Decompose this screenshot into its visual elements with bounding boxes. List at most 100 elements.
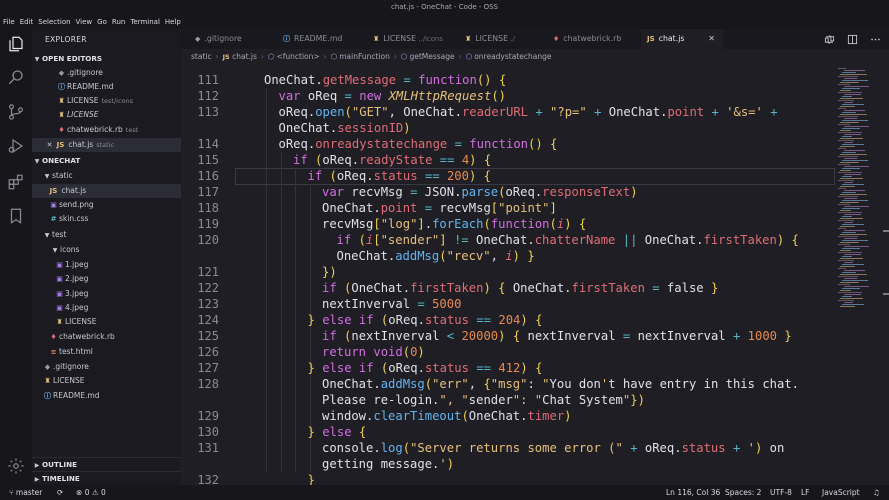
file-item[interactable]: ▣ 2.jpeg — [32, 272, 181, 286]
menu-go[interactable]: Go — [97, 18, 107, 26]
menu-file[interactable]: File — [3, 18, 15, 26]
code-editor[interactable]: 111 OneChat.getMessage = function() {112 v… — [181, 65, 889, 485]
open-editor-item[interactable]: ♜ LICENSE test/icons — [32, 94, 181, 108]
code-line[interactable]: 131 console.log("Server returns some erro… — [181, 440, 831, 456]
file-item[interactable]: ▣ 4.jpeg — [32, 301, 181, 315]
vertical-scrollbar[interactable] — [879, 65, 889, 485]
code-line[interactable]: getting message.') — [181, 456, 831, 472]
open-editor-item[interactable]: ♜ LICENSE — [32, 108, 181, 122]
run-debug-icon[interactable] — [6, 136, 26, 156]
project-header[interactable]: ▼ ONECHAT — [32, 154, 181, 168]
bookmark-icon[interactable] — [6, 206, 26, 226]
code-line[interactable]: Please re-login.", "sender": "Chat Syste… — [181, 392, 831, 408]
sync-icon[interactable]: ⟳ — [57, 485, 63, 500]
code-line[interactable]: 132} — [181, 472, 831, 485]
code-line[interactable]: 127} else if (oReq.status == 412) { — [181, 360, 831, 376]
code-line[interactable]: 120 if (i["sender"] != OneChat.chatterNam… — [181, 232, 831, 248]
problems-status[interactable]: ⊗ 0 ⚠ 0 — [76, 485, 106, 500]
menu-terminal[interactable]: Terminal — [130, 18, 160, 26]
breadcrumb-symbol[interactable]: mainFunction — [339, 52, 390, 61]
code-line[interactable]: 115 if (oReq.readyState == 4) { — [181, 152, 831, 168]
compare-icon[interactable] — [824, 30, 835, 49]
breadcrumb-symbol[interactable]: onreadystatechange — [474, 52, 551, 61]
file-item-selected[interactable]: JS chat.js — [32, 184, 181, 198]
file-item[interactable]: ♦ chatwebrick.rb — [32, 330, 181, 344]
outline-header[interactable]: ▶ OUTLINE — [32, 457, 181, 471]
close-icon[interactable]: ✕ — [44, 138, 55, 152]
encoding-status[interactable]: UTF-8 — [770, 485, 792, 500]
code-line[interactable]: 118 OneChat.point = recvMsg["point"] — [181, 200, 831, 216]
breadcrumb-file[interactable]: chat.js — [232, 52, 257, 61]
indentation-status[interactable]: Spaces: 2 — [725, 485, 761, 500]
minimap-line — [840, 74, 867, 75]
breadcrumb-symbol[interactable]: getMessage — [409, 52, 454, 61]
tab-gitignore[interactable]: ◆ .gitignore — [189, 29, 277, 49]
menu-run[interactable]: Run — [112, 18, 125, 26]
code-line[interactable]: 126 return void(0) — [181, 344, 831, 360]
tab-license-icons[interactable]: ♜ LICENSE ../icons — [367, 29, 459, 49]
code-line[interactable]: 124} else if (oReq.status == 204) { — [181, 312, 831, 328]
code-line[interactable]: 113 oReq.open("GET", OneChat.readerURL + … — [181, 104, 831, 120]
code-line[interactable]: 128 OneChat.addMsg("err", {"msg": "You do… — [181, 376, 831, 392]
code-line[interactable]: 125 if (nextInverval < 20000) { nextInver… — [181, 328, 831, 344]
code-line[interactable]: 129 window.clearTimeout(OneChat.timer) — [181, 408, 831, 424]
split-editor-icon[interactable] — [847, 30, 858, 49]
breadcrumb-folder[interactable]: static — [191, 52, 212, 61]
tab-license[interactable]: ♜ LICENSE ./ — [459, 29, 547, 49]
search-icon[interactable] — [6, 67, 26, 87]
line-number: 114 — [197, 137, 219, 151]
menu-help[interactable]: Help — [165, 18, 181, 26]
line-number: 112 — [197, 89, 219, 103]
files-icon[interactable] — [6, 34, 26, 54]
file-item[interactable]: ▣ 1.jpeg — [32, 258, 181, 272]
file-item[interactable]: ▣ 3.jpeg — [32, 287, 181, 301]
file-item[interactable]: ≡ test.html — [32, 345, 181, 359]
code-line[interactable]: 117 var recvMsg = JSON.parse(oReq.respons… — [181, 184, 831, 200]
code-line[interactable]: 122 if (OneChat.firstTaken) { OneChat.fir… — [181, 280, 831, 296]
open-editor-item[interactable]: ◆ .gitignore — [32, 66, 181, 80]
open-editor-item-active[interactable]: ✕ JS chat.js static — [32, 138, 181, 152]
file-item[interactable]: ◆ .gitignore — [32, 360, 181, 374]
code-line[interactable]: 130} else { — [181, 424, 831, 440]
code-line[interactable]: 121}) — [181, 264, 831, 280]
folder-item[interactable]: ▼ static — [32, 169, 181, 183]
code-line[interactable]: OneChat.sessionID) — [181, 120, 831, 136]
menu-edit[interactable]: Edit — [20, 18, 34, 26]
tab-chatwebrick[interactable]: ♦ chatwebrick.rb — [547, 29, 641, 49]
branch-status[interactable]: ⑂ master — [9, 485, 42, 500]
source-control-icon[interactable] — [6, 102, 26, 122]
folder-item[interactable]: ▼ icons — [32, 243, 181, 257]
menu-view[interactable]: View — [76, 18, 93, 26]
tab-readme[interactable]: ⓘ README.md — [277, 29, 367, 49]
file-item[interactable]: ⓘ README.md — [32, 389, 181, 403]
code-line[interactable]: 116 if (oReq.status == 200) { — [181, 168, 831, 184]
menu-selection[interactable]: Selection — [38, 18, 70, 26]
code-line[interactable]: 112 var oReq = new XMLHttpRequest() — [181, 88, 831, 104]
cursor-position[interactable]: Ln 116, Col 36 — [666, 485, 720, 500]
bell-icon[interactable]: ♫ — [873, 485, 880, 500]
code-line[interactable]: 123 nextInverval = 5000 — [181, 296, 831, 312]
breadcrumb-symbol[interactable]: <function> — [276, 52, 319, 61]
folder-item[interactable]: ▼ test — [32, 228, 181, 242]
minimap-line — [844, 198, 857, 199]
tab-chat-js[interactable]: JS chat.js ✕ — [641, 29, 723, 49]
language-mode[interactable]: JavaScript — [822, 485, 860, 500]
close-icon[interactable]: ✕ — [708, 29, 715, 49]
file-item[interactable]: ♜ LICENSE — [32, 315, 181, 329]
file-item[interactable]: # skin.css — [32, 212, 181, 226]
timeline-header[interactable]: ▶ TIMELINE — [32, 471, 181, 485]
extensions-icon[interactable] — [6, 172, 26, 192]
open-editor-item[interactable]: ⓘ README.md — [32, 80, 181, 94]
more-actions-icon[interactable] — [870, 30, 881, 49]
code-line[interactable]: 119 recvMsg["log"].forEach(function(i) { — [181, 216, 831, 232]
file-item[interactable]: ♜ LICENSE — [32, 374, 181, 388]
file-item[interactable]: ▣ send.png — [32, 198, 181, 212]
eol-status[interactable]: LF — [801, 485, 810, 500]
code-line[interactable]: 111 OneChat.getMessage = function() { — [181, 72, 831, 88]
code-line[interactable]: OneChat.addMsg("recv", i) } — [181, 248, 831, 264]
line-number: 124 — [197, 313, 219, 327]
gear-icon[interactable] — [6, 456, 26, 476]
open-editors-header[interactable]: ▼ OPEN EDITORS — [32, 52, 181, 66]
open-editor-item[interactable]: ♦ chatwebrick.rb test — [32, 123, 181, 137]
code-line[interactable]: 114 oReq.onreadystatechange = function() … — [181, 136, 831, 152]
